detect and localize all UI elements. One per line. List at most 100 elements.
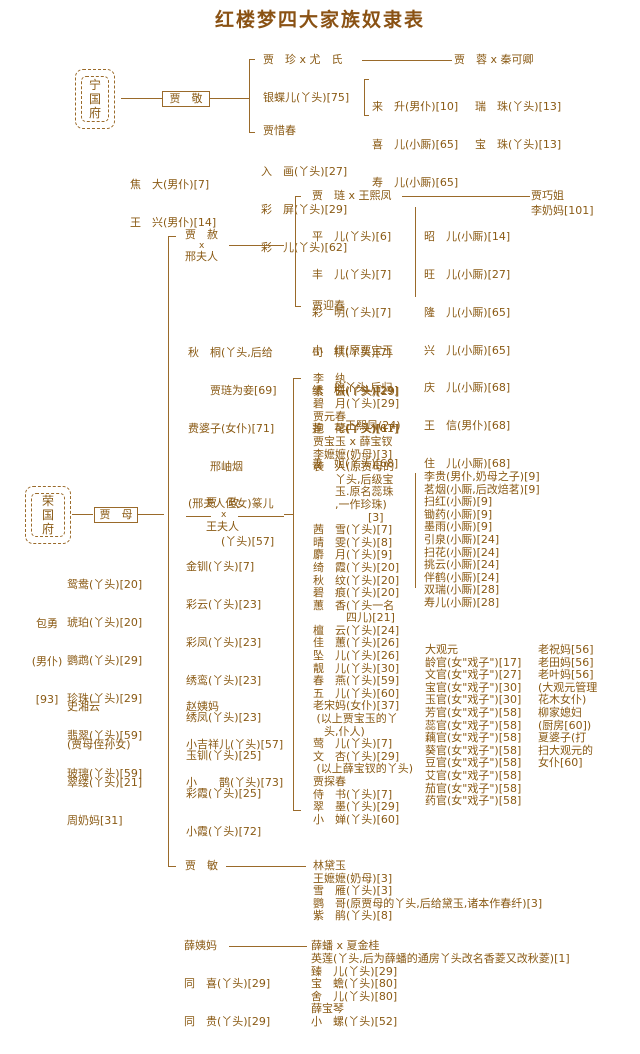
list-item: 扫红(小厮)[9] [424, 495, 493, 509]
list-item: 金钏(丫头)[7] [186, 560, 255, 574]
list-item: 翠 墨(丫头)[29] [313, 800, 400, 814]
xue-yima: 薛姨妈 [184, 939, 217, 952]
jialian-couple: 贾 琏 x 王熙凤 [312, 189, 392, 202]
list-item: 女仆[60] [538, 756, 583, 770]
list-item: 鹦鹉(丫头)[29] [67, 653, 143, 667]
list-item: 寿儿(小厮)[28] [424, 595, 500, 609]
xiangyun: 史湘云 (贾母侄孙女) 翠缕(丫头)[21] 周奶妈[31] [67, 676, 142, 852]
seal-char: 国 [88, 92, 101, 106]
list-item: 兴 儿(小厮)[65] [424, 343, 511, 357]
list-item: 舍 儿(丫头)[80] [311, 989, 398, 1003]
list-item: 引泉(小厮)[24] [424, 532, 500, 546]
list-item: 紫 鹃(丫头)[8] [313, 909, 393, 923]
connector [226, 866, 306, 867]
qiaojie-nurse: 李奶妈[101] [531, 204, 594, 217]
list-item: 琥珀(丫头)[20] [67, 615, 143, 629]
list-item: 碧 月(丫头)[29] [313, 397, 400, 411]
list-item: 贾宝玉 x 薛宝钗 [313, 434, 393, 448]
list-item: 小 婵(丫头)[60] [313, 812, 400, 826]
jiaqiaojie: 贾巧姐 [531, 189, 564, 202]
xue-head-servants: 同 喜(丫头)[29] 同 贵(丫头)[29] [184, 953, 270, 1054]
connector [186, 516, 211, 517]
list-item: 小霞(丫头)[72] [186, 824, 262, 838]
list-item: 彩云(丫头)[23] [186, 597, 262, 611]
bracket [364, 115, 369, 116]
baoyong: 包勇 (男仆) [93] [30, 593, 64, 732]
list-item: 四儿)[21] [313, 611, 395, 625]
list-item: 赵姨妈 [186, 700, 219, 714]
list-item: (贾母侄孙女) [67, 737, 131, 751]
list-item: 庆 儿(小厮)[68] [424, 381, 511, 395]
list-item: 司 棋(丫头)[7] [312, 346, 392, 360]
list-item: 艾官(女"戏子")[58] [425, 768, 522, 782]
divider [415, 207, 416, 297]
bracket [364, 79, 369, 80]
list-item: 小 螺(丫头)[52] [311, 1014, 398, 1028]
list-item: 柳家媳妇 [538, 705, 582, 719]
list-item: 芳官(女"戏子")[58] [425, 705, 522, 719]
garden-staff: 老祝妈[56] 老田妈[56] 老叶妈[56] (大观元管理 花木女仆) 柳家媳妇 (厨房[… [538, 643, 597, 770]
list-item: 秋 桐(丫头,后给 [188, 346, 273, 360]
list-item: 夏婆子(打 [538, 731, 587, 745]
list-item: (男仆) [31, 654, 63, 668]
seal-char: 宁 [88, 78, 101, 92]
baoyu-boys: 李贵(男仆,奶母之子)[9] 茗烟(小厮,后改焙茗)[9] 扫红(小厮)[9] 锄药(… [424, 470, 540, 610]
seal-char: 府 [41, 522, 54, 536]
bracket [364, 79, 365, 115]
list-item: 焦 大(男仆)[7] [130, 178, 210, 192]
bracket [168, 866, 176, 867]
list-item: 老叶妈[56] [538, 668, 594, 682]
list-item: 小吉祥儿(丫头)[57] [186, 737, 284, 751]
list-item: 周奶妈[31] [67, 813, 123, 827]
list-item: 文官(女"戏子")[27] [425, 668, 522, 682]
bracket [295, 196, 301, 197]
list-item: 来 升(男仆)[10] [372, 100, 459, 114]
connector [72, 514, 93, 515]
list-item: 贾探春 [313, 775, 346, 788]
connector [238, 516, 284, 517]
list-item: 药官(女"戏子")[58] [425, 794, 522, 808]
bracket [295, 306, 301, 307]
connector [229, 245, 284, 246]
jiarong-couple: 贾 蓉 x 秦可卿 [454, 53, 534, 66]
bracket [293, 810, 301, 811]
list-item: 包勇 [36, 617, 58, 631]
list-item: 费婆子(女仆)[71] [188, 421, 275, 435]
list-item: 同 贵(丫头)[29] [184, 1014, 271, 1028]
list-item: 平 儿(丫头)[6] [312, 230, 392, 244]
list-item: 挑云(小厮)[24] [424, 558, 500, 572]
list-item: [93] [35, 692, 59, 706]
bracket [168, 236, 176, 237]
seal-char: 荣 [41, 494, 54, 508]
jiajing-box: 贾 敬 [162, 91, 210, 107]
ningguo-seal: 宁 国 府 [75, 69, 115, 129]
slave-chart: 红楼梦四大家族奴隶表 宁 国 府 贾 敬 贾 珍 x 尤 氏 贾 蓉 x 秦可卿… [0, 0, 640, 1054]
list-item: 丰 儿(丫头)[7] [312, 267, 392, 281]
rongguo-seal: 荣 国 府 [25, 486, 71, 544]
jiayingchun: 贾迎春 [312, 299, 345, 312]
list-item: 绮 霞(丫头)[20] [313, 560, 400, 574]
bracket [295, 196, 296, 306]
list-item: 小 鹊(丫头)[73] [186, 775, 284, 789]
jiazhen-couple: 贾 珍 x 尤 氏 [263, 53, 343, 66]
list-item: 史湘云 [67, 700, 100, 714]
list-item: 老祝妈[56] [538, 643, 594, 656]
list-item: 贾琏为妾[69] [188, 383, 277, 397]
list-item: 住 儿(小厮)[68] [424, 456, 511, 470]
xuepan-servants: 英莲(丫头,后为薛蟠的通房丫头改名香菱又改秋菱)[1] 臻 儿(丫头)[29] 宝 … [311, 952, 570, 1029]
list-item: 鸳鸯(丫头)[20] [67, 578, 143, 592]
list-item: 王 信(男仆)[68] [424, 419, 511, 433]
list-item: 喜 儿(小厮)[65] [372, 137, 459, 151]
connector [402, 196, 530, 197]
divider [415, 473, 416, 588]
list-item: 彩凤(丫头)[23] [186, 635, 262, 649]
jiazheng-spouse: 王夫人 [206, 520, 239, 533]
list-item: 同 喜(丫头)[29] [184, 977, 271, 991]
list-item: 邢岫烟 [188, 459, 243, 473]
list-item: 大观元 [425, 643, 458, 656]
connector [209, 98, 249, 99]
list-item: (以上贾宝玉的丫 [313, 712, 398, 726]
jiaxichun: 贾惜春 [263, 124, 296, 137]
ningguo-servants-col2: 瑞 珠(丫头)[13] 宝 珠(丫头)[13] [475, 76, 561, 177]
bracket [293, 378, 294, 810]
